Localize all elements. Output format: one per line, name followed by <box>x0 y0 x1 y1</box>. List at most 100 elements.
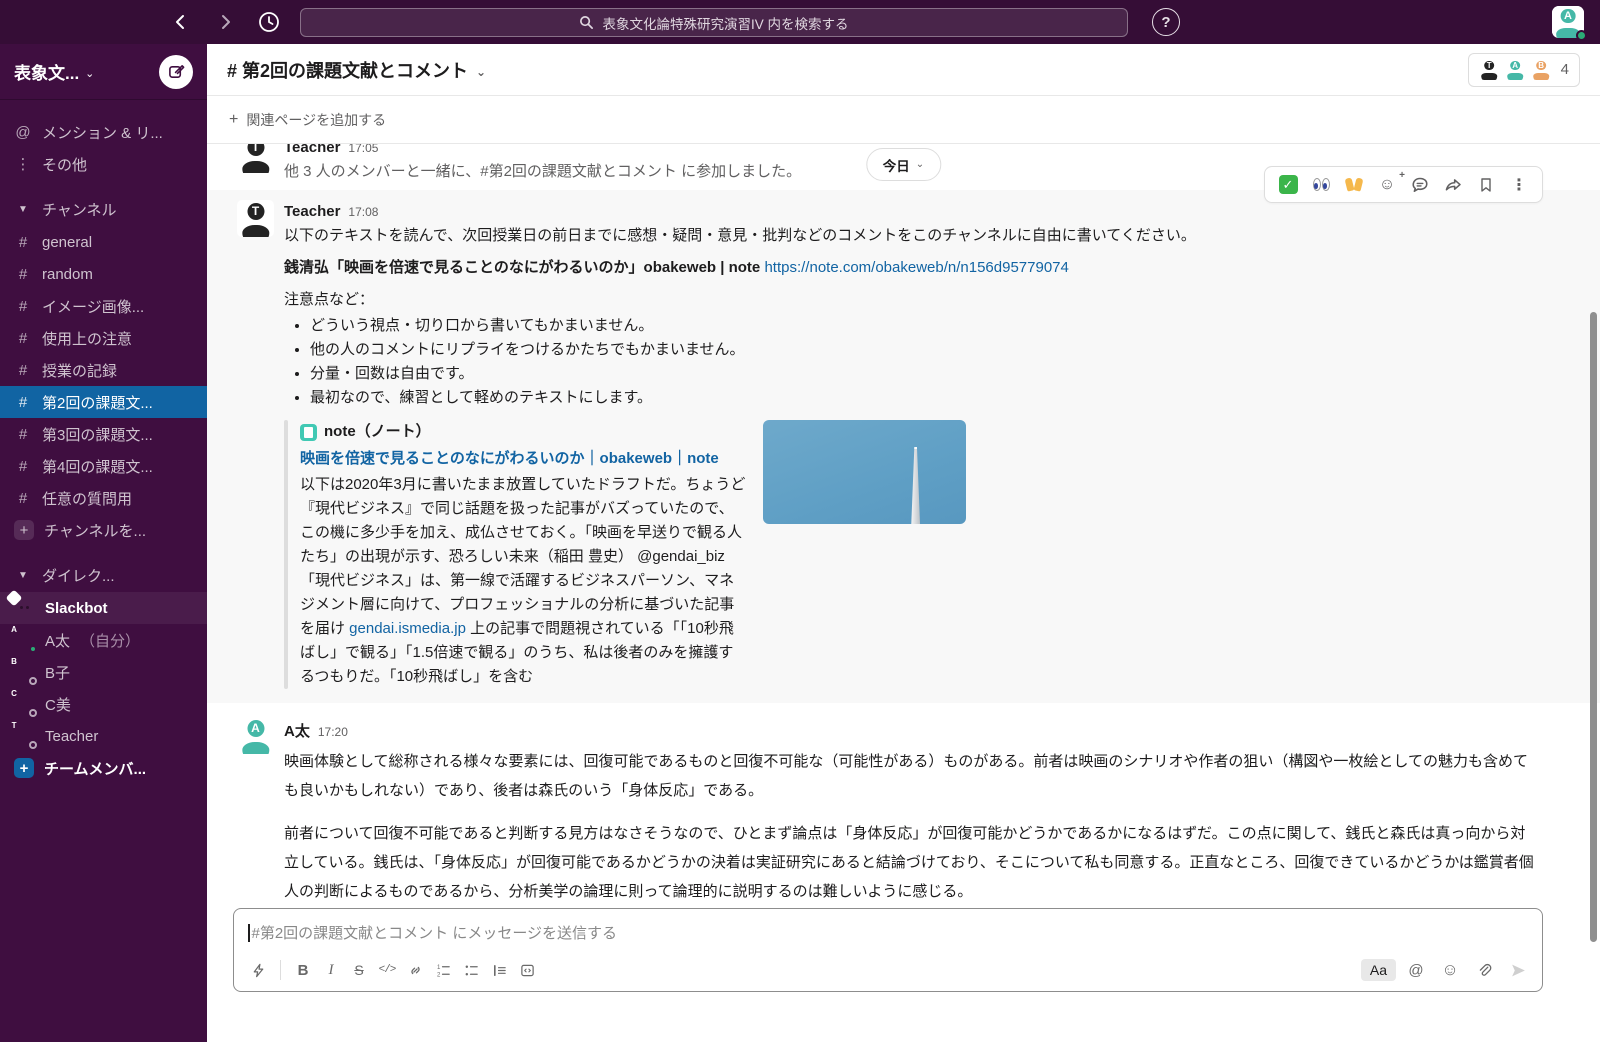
avatar[interactable]: A <box>237 717 274 754</box>
sidebar-channel-item[interactable]: #第4回の課題文... <box>0 450 207 482</box>
ordered-list-icon[interactable]: 12 <box>429 957 457 983</box>
message-timestamp[interactable]: 17:05 <box>348 144 378 160</box>
plus-icon: + <box>14 758 34 778</box>
shortcuts-lightning-icon[interactable] <box>244 957 272 983</box>
history-icon[interactable] <box>256 9 282 35</box>
message-paragraph: 映画体験として総称される様々な要素には、回復可能であるものと回復不可能な（可能性… <box>284 747 1540 805</box>
attach-file-icon[interactable] <box>1470 957 1498 983</box>
inline-code-icon[interactable]: </> <box>373 957 401 983</box>
composer-toolbar: B I S </> 12 <box>234 953 1542 991</box>
sidebar-channel-item[interactable]: #授業の記録 <box>0 354 207 386</box>
eyes-emoji-icon <box>1313 178 1330 191</box>
date-divider-label: 今日 <box>883 155 910 175</box>
share-message-button[interactable] <box>1440 172 1466 198</box>
notes-heading: 注意点など： <box>284 288 1540 312</box>
back-icon[interactable] <box>168 9 194 35</box>
reply-in-thread-button[interactable] <box>1407 172 1433 198</box>
channel-header: # 第2回の課題文献とコメント ⌄ T A B 4 <box>207 44 1600 96</box>
react-check-button[interactable]: ✓ <box>1275 172 1301 198</box>
toolbar-divider <box>280 960 281 980</box>
presence-online-dot <box>29 645 37 653</box>
react-raised-hands-button[interactable] <box>1341 172 1367 198</box>
new-message-button[interactable] <box>159 55 193 89</box>
message-composer: #第2回の課題文献とコメント にメッセージを送信する B I S </> 1 <box>233 908 1543 992</box>
dm-self-suffix: （自分） <box>80 630 140 651</box>
channel-label: 授業の記録 <box>42 360 117 381</box>
save-bookmark-button[interactable] <box>1473 172 1499 198</box>
chevron-down-icon: ⌄ <box>85 67 94 80</box>
dm-item-slackbot[interactable]: Slackbot <box>0 592 207 624</box>
avatar[interactable]: T <box>237 200 274 237</box>
message-author[interactable]: A太 <box>284 717 310 746</box>
vertical-dots-icon: ⋮ <box>14 155 32 173</box>
dm-section-header[interactable]: ▼ ダイレク... <box>0 558 207 592</box>
message-author[interactable]: Teacher <box>284 200 340 224</box>
bulleted-list-icon[interactable] <box>457 957 485 983</box>
add-reaction-button[interactable]: ☺+ <box>1374 172 1400 198</box>
message-author[interactable]: Teacher <box>284 144 340 160</box>
search-bar[interactable]: 表象文化論特殊研究演習IV 内を検索する <box>300 8 1128 37</box>
sidebar-channel-item[interactable]: #random <box>0 258 207 290</box>
italic-icon[interactable]: I <box>317 957 345 983</box>
blockquote-icon[interactable] <box>485 957 513 983</box>
card-thumbnail-image[interactable] <box>763 420 966 524</box>
dm-item[interactable]: C C美 <box>0 688 207 720</box>
bullet-item: 最初なので、練習として軽めのテキストにします。 <box>310 386 1540 410</box>
forward-icon[interactable] <box>212 9 238 35</box>
sidebar-channel-item[interactable]: #イメージ画像... <box>0 290 207 322</box>
sidebar-channel-item[interactable]: #general <box>0 226 207 258</box>
mention-icon[interactable]: @ <box>1402 957 1430 983</box>
workspace-name: 表象文... <box>14 59 79 84</box>
hash-icon: # <box>14 330 32 347</box>
presence-offline-dot <box>29 709 37 717</box>
dm-label: A太 <box>45 630 70 651</box>
dm-item[interactable]: T Teacher <box>0 720 207 752</box>
sidebar-item-more[interactable]: ⋮ その他 <box>0 148 207 180</box>
add-channel-button[interactable]: + チャンネルを... <box>0 514 207 546</box>
code-block-icon[interactable] <box>513 957 541 983</box>
channel-title-button[interactable]: # 第2回の課題文献とコメント ⌄ <box>227 57 486 83</box>
member-count: 4 <box>1561 61 1569 78</box>
show-formatting-button[interactable]: Aa <box>1361 959 1396 981</box>
help-icon[interactable]: ? <box>1152 8 1180 36</box>
sidebar-channel-item-selected[interactable]: #第2回の課題文... <box>0 386 207 418</box>
message-timestamp[interactable]: 17:08 <box>348 200 378 224</box>
react-eyes-button[interactable] <box>1308 172 1334 198</box>
strikethrough-icon[interactable]: S <box>345 957 373 983</box>
workspace-switcher[interactable]: 表象文... ⌄ <box>0 44 207 100</box>
top-nav: 表象文化論特殊研究演習IV 内を検索する ? A <box>0 0 1600 44</box>
card-inline-link[interactable]: gendai.ismedia.jp <box>349 620 466 637</box>
notes-bullet-list: どういう視点・切り口から書いてもかまいません。 他の人のコメントにリプライをつけ… <box>310 314 1540 410</box>
channels-section-header[interactable]: ▼ チャンネル <box>0 192 207 226</box>
sidebar-channel-item[interactable]: #使用上の注意 <box>0 322 207 354</box>
sidebar-channel-item[interactable]: #第3回の課題文... <box>0 418 207 450</box>
member-list-button[interactable]: T A B 4 <box>1468 53 1580 87</box>
user-avatar[interactable]: A <box>1552 6 1584 38</box>
hash-icon: # <box>14 426 32 443</box>
bold-icon[interactable]: B <box>289 957 317 983</box>
link-icon[interactable] <box>401 957 429 983</box>
avatar[interactable]: T <box>237 144 274 173</box>
date-divider-button[interactable]: 今日 ⌄ <box>866 148 941 181</box>
dm-item-self[interactable]: A A太 （自分） <box>0 624 207 656</box>
vertical-scrollbar[interactable] <box>1590 312 1597 942</box>
message-input[interactable]: #第2回の課題文献とコメント にメッセージを送信する <box>234 909 1542 953</box>
message-teacher: T Teacher 17:08 以下のテキストを読んで、次回授業日の前日までに感… <box>207 190 1600 703</box>
card-title-link[interactable]: 映画を倍速で見ることのなにがわるいのか｜obakeweb｜note <box>300 447 747 471</box>
sidebar-channel-item[interactable]: #任意の質問用 <box>0 482 207 514</box>
search-placeholder: 表象文化論特殊研究演習IV 内を検索する <box>602 13 848 33</box>
message-actions-toolbar: ✓ ☺+ ⋮ <box>1264 166 1543 203</box>
sidebar-item-mentions[interactable]: @ メンション & リ... <box>0 116 207 148</box>
add-bookmark-button[interactable]: + 関連ページを追加する <box>207 96 1600 144</box>
svg-text:2: 2 <box>436 971 440 977</box>
message-timestamp[interactable]: 17:20 <box>318 718 348 747</box>
more-actions-icon[interactable]: ⋮ <box>1506 172 1532 198</box>
dm-item[interactable]: B B子 <box>0 656 207 688</box>
send-message-icon[interactable] <box>1504 957 1532 983</box>
presence-offline-dot <box>29 741 37 749</box>
at-icon: @ <box>14 124 32 141</box>
invite-members-button[interactable]: + チームメンバ... <box>0 752 207 784</box>
channel-label: general <box>42 234 92 251</box>
reference-url-link[interactable]: https://note.com/obakeweb/n/n156d9577907… <box>764 259 1068 276</box>
emoji-picker-icon[interactable]: ☺ <box>1436 957 1464 983</box>
